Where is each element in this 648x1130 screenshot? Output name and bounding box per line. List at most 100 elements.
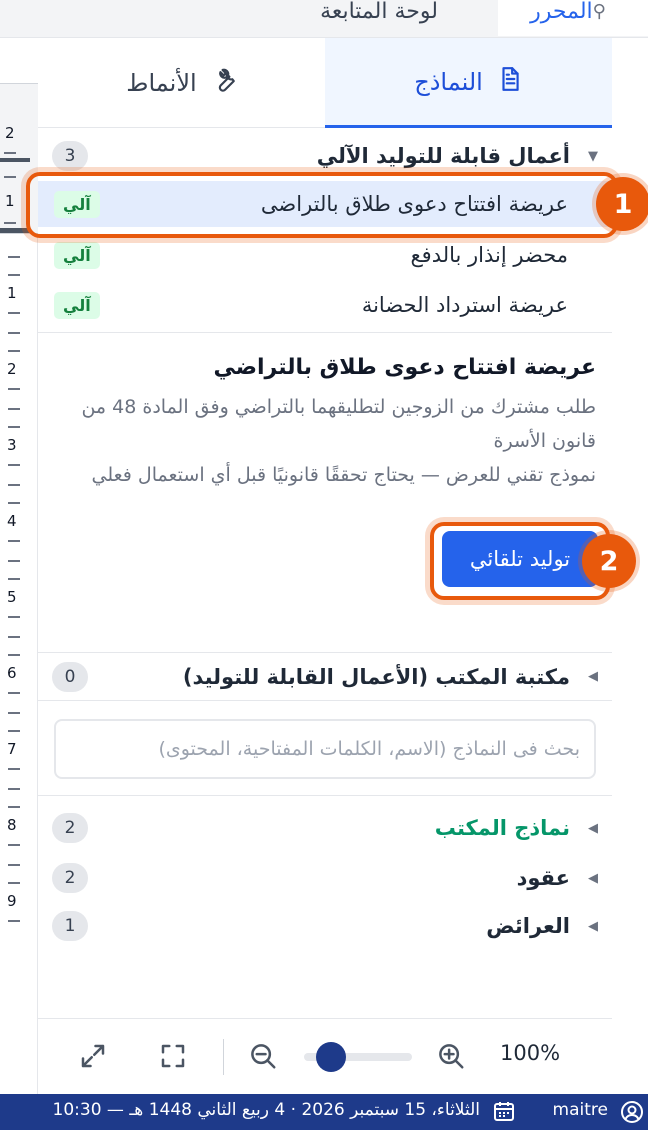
caret-left-icon: ◀	[588, 918, 598, 934]
ruler-tick	[8, 502, 20, 504]
pin-icon: ⚲	[592, 0, 606, 22]
zoom-slider-handle[interactable]	[316, 1042, 346, 1072]
toolbar-divider	[223, 1039, 224, 1075]
ruler-tick	[8, 768, 20, 770]
detail-note: نموذج تقني للعرض — يحتاج تحققًا قانونيًا…	[91, 464, 596, 486]
template-name: محضر إنذار بالدفع	[410, 243, 568, 267]
library-group-header[interactable]: ◀ مكتبة المكتب (الأعمال القابلة للتوليد)…	[38, 652, 612, 700]
ruler-tick	[8, 312, 20, 314]
tab-dashboard[interactable]: لوحة المتابعة	[260, 0, 498, 36]
ruler-tick	[8, 806, 20, 808]
status-bar: maitre الثلاثاء، 15 سبتمبر 2026 · 4 ربيع…	[0, 1094, 648, 1130]
template-search-input[interactable]	[54, 719, 596, 779]
detail-description: طلب مشترك من الزوجين لتطليقهما بالتراضي …	[81, 396, 596, 452]
ruler-tick	[8, 560, 20, 562]
ruler-tick	[4, 176, 16, 178]
template-item[interactable]: عريضة استرداد الحضانة آلي	[38, 282, 612, 328]
vertical-ruler: 1 2 3 4 5 6 7 8 9	[0, 234, 38, 1094]
zoom-slider[interactable]	[304, 1042, 412, 1072]
styles-tab-label: الأنماط	[126, 69, 197, 97]
template-item[interactable]: عريضة افتتاح دعوى طلاق بالتراضى آلي	[38, 181, 612, 227]
auto-badge: آلي	[54, 190, 100, 218]
ruler-tick	[8, 578, 20, 580]
ruler-label: 1	[5, 192, 15, 210]
ruler-tick	[8, 730, 20, 732]
ruler-tick	[4, 222, 16, 224]
category-office-templates[interactable]: ◀ نماذج المكتب 2	[38, 804, 612, 852]
ruler-label: 4	[7, 512, 17, 530]
status-date: الثلاثاء، 15 سبتمبر 2026 · 4 ربيع الثاني…	[52, 1100, 480, 1120]
callout-badge-2: 2	[582, 534, 636, 588]
category-title: عقود	[516, 866, 570, 890]
tab-editor[interactable]: المحرر ⚲	[498, 0, 648, 36]
zoom-out-icon[interactable]	[246, 1039, 280, 1073]
auto-generate-button[interactable]: توليد تلقائي	[442, 531, 598, 587]
ruler-tick	[8, 788, 20, 790]
templates-tab-label: النماذج	[414, 67, 483, 96]
status-user: maitre	[552, 1100, 608, 1120]
ruler-tick	[8, 350, 20, 352]
tab-templates[interactable]: النماذج	[325, 38, 612, 128]
category-petitions[interactable]: ◀ العرائض 1	[38, 902, 612, 950]
ruler-tick	[4, 152, 16, 154]
template-name: عريضة استرداد الحضانة	[361, 293, 568, 317]
ruler-tick	[8, 408, 20, 410]
ruler-tick	[8, 692, 20, 694]
zoom-toolbar: 100%	[38, 1018, 612, 1094]
ruler-tick	[8, 540, 20, 542]
ruler-tick	[8, 484, 20, 486]
ruler-label: 7	[7, 740, 17, 758]
category-count: 1	[52, 911, 88, 941]
ruler-tick	[8, 712, 20, 714]
auto-group-title: أعمال قابلة للتوليد الآلي	[316, 144, 570, 168]
ruler-tick	[8, 616, 20, 618]
auto-group-header[interactable]: ▼ أعمال قابلة للتوليد الآلي 3	[38, 132, 612, 180]
ruler-tick	[8, 426, 20, 428]
wrench-icon	[211, 67, 237, 99]
top-tab-bar: المحرر ⚲ لوحة المتابعة	[0, 0, 648, 38]
dashboard-tab-label: لوحة المتابعة	[320, 0, 438, 24]
ruler-marker	[0, 158, 30, 162]
panel-tab-bar: النماذج الأنماط	[38, 38, 612, 128]
caret-left-icon: ◀	[588, 870, 598, 886]
document-icon	[497, 66, 523, 98]
tab-styles[interactable]: الأنماط	[38, 38, 325, 128]
ruler-tick	[8, 882, 20, 884]
zoom-in-icon[interactable]	[434, 1039, 468, 1073]
category-title: نماذج المكتب	[434, 816, 570, 840]
ruler-label: 3	[7, 436, 17, 454]
ruler-tick	[8, 464, 20, 466]
document-edge: 2 1 1 2 3 4 5 6 7 8 9	[0, 38, 38, 1094]
ruler-label: 8	[7, 816, 17, 834]
category-title: العرائض	[486, 914, 570, 938]
document-toolbar-edge	[0, 38, 38, 84]
search-area	[38, 700, 612, 796]
caret-left-icon: ◀	[588, 820, 598, 836]
templates-panel: النماذج الأنماط ▼ أعمال قابلة للتوليد ال…	[38, 38, 612, 1094]
category-count: 2	[52, 863, 88, 893]
caret-left-icon: ◀	[588, 669, 598, 684]
category-count: 2	[52, 813, 88, 843]
ruler-label: 5	[7, 588, 17, 606]
ruler-tick	[8, 332, 20, 334]
auto-badge: آلي	[54, 291, 100, 319]
library-group-title: مكتبة المكتب (الأعمال القابلة للتوليد)	[182, 664, 570, 689]
expand-icon[interactable]	[76, 1039, 110, 1073]
auto-badge: آلي	[54, 241, 100, 269]
ruler-tick	[8, 274, 20, 276]
user-icon	[620, 1100, 644, 1124]
template-item[interactable]: محضر إنذار بالدفع آلي	[38, 232, 612, 278]
library-group-count: 0	[52, 661, 88, 692]
fullscreen-icon[interactable]	[156, 1039, 190, 1073]
ruler-label: 9	[7, 892, 17, 910]
ruler-tick	[8, 636, 20, 638]
editor-tab-label: المحرر	[530, 0, 593, 24]
detail-title: عريضة افتتاح دعوى طلاق بالتراضي	[213, 355, 596, 380]
ruler-label: 1	[7, 284, 17, 302]
auto-group-count: 3	[52, 141, 88, 171]
ruler-tick	[8, 920, 20, 922]
ruler-marker	[0, 228, 30, 233]
ruler-label: 6	[7, 664, 17, 682]
category-contracts[interactable]: ◀ عقود 2	[38, 854, 612, 902]
ruler-tick	[8, 256, 20, 258]
